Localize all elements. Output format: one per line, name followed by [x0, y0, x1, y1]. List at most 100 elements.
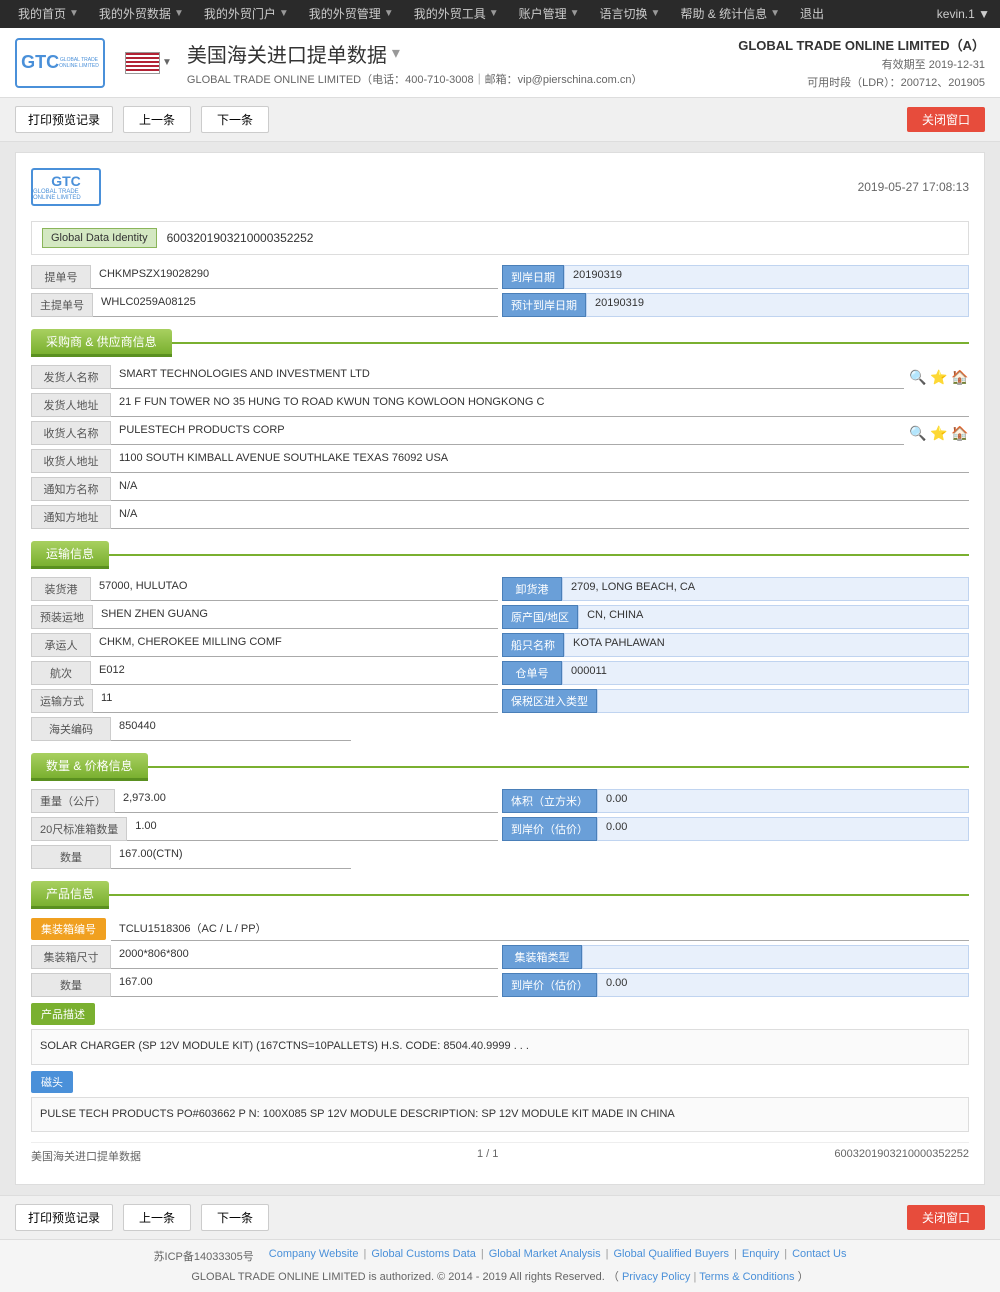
doc-footer: 美国海关进口提单数据 1 / 1 6003201903210000352252: [31, 1142, 969, 1169]
nav-portal[interactable]: 我的外贸门户 ▼: [196, 0, 297, 28]
nav-mgmt[interactable]: 我的外贸管理 ▼: [301, 0, 402, 28]
bill-date-row: 提单号 CHKMPSZX19028290 到岸日期 20190319: [31, 265, 969, 289]
validity-date: 有效期至 2019-12-31: [738, 56, 985, 72]
logo-sub: GLOBAL TRADEONLINE LIMITED: [59, 57, 99, 69]
consignee-name-label: 收货人名称: [31, 421, 111, 445]
nav-user[interactable]: kevin.1 ▼: [937, 7, 990, 21]
est-arrival-value: 20190319: [586, 293, 969, 317]
consignee-addr-label: 收货人地址: [31, 449, 111, 473]
nav-tools-label: 我的外贸工具: [414, 0, 486, 28]
footer-privacy[interactable]: Privacy Policy: [622, 1271, 690, 1283]
origin-col: 原产国/地区 CN, CHINA: [502, 605, 969, 629]
next-button[interactable]: 下一条: [201, 106, 269, 133]
quantity-section-border: [148, 766, 969, 768]
consignee-name-row: 收货人名称 PULESTECH PRODUCTS CORP 🔍 ⭐ 🏠: [31, 421, 969, 445]
print-button-bottom[interactable]: 打印预览记录: [15, 1204, 113, 1231]
bill-number-col: 提单号 CHKMPSZX19028290: [31, 265, 498, 289]
footer-terms[interactable]: Terms & Conditions: [699, 1271, 794, 1283]
shipper-home-icon[interactable]: 🏠: [951, 368, 969, 386]
consignee-search-icon[interactable]: 🔍: [909, 424, 927, 442]
container-num-col: 仓单号 000011: [502, 661, 969, 685]
footer-link-customs[interactable]: Global Customs Data: [371, 1248, 476, 1264]
master-bill-value: WHLC0259A08125: [93, 293, 498, 317]
product-price-col: 到岸价（估价） 0.00: [502, 973, 969, 997]
footer-link-market[interactable]: Global Market Analysis: [489, 1248, 601, 1264]
doc-logo-text: GTC: [51, 173, 81, 189]
consignee-name-actions: 🔍 ⭐ 🏠: [909, 424, 969, 442]
container-type-value: [582, 945, 969, 969]
nav-data-arrow: ▼: [174, 0, 184, 28]
shipper-star-icon[interactable]: ⭐: [930, 368, 948, 386]
bonded-zone-label: 保税区进入类型: [502, 689, 597, 713]
global-data-label: Global Data Identity: [42, 228, 157, 248]
product-desc-row: 产品描述: [31, 1003, 969, 1025]
prev-button[interactable]: 上一条: [123, 106, 191, 133]
company-name: GLOBAL TRADE ONLINE LIMITED（A）: [738, 35, 985, 54]
nav-data[interactable]: 我的外贸数据 ▼: [91, 0, 192, 28]
footer-link-enquiry[interactable]: Enquiry: [742, 1248, 779, 1264]
consignee-addr-value: 1100 SOUTH KIMBALL AVENUE SOUTHLAKE TEXA…: [111, 449, 969, 473]
logo-area: GTC GLOBAL TRADEONLINE LIMITED: [15, 38, 105, 88]
top-toolbar: 打印预览记录 上一条 下一条 关闭窗口: [0, 98, 1000, 142]
est-arrival-col: 预计到岸日期 20190319: [502, 293, 969, 317]
nav-language[interactable]: 语言切换 ▼: [592, 0, 669, 28]
carrier-vessel-row: 承运人 CHKM, CHEROKEE MILLING COMF 船只名称 KOT…: [31, 633, 969, 657]
shipper-name-actions: 🔍 ⭐ 🏠: [909, 368, 969, 386]
footer-link-buyers[interactable]: Global Qualified Buyers: [613, 1248, 729, 1264]
customs-code-label: 海关编码: [31, 717, 111, 741]
footer-links: 苏ICP备14033305号 Company Website | Global …: [0, 1248, 1000, 1264]
pre-transport-value: SHEN ZHEN GUANG: [93, 605, 498, 629]
footer-sep-4: |: [734, 1248, 737, 1264]
vessel-col: 船只名称 KOTA PAHLAWAN: [502, 633, 969, 657]
next-button-bottom[interactable]: 下一条: [201, 1204, 269, 1231]
bottom-toolbar: 打印预览记录 上一条 下一条 关闭窗口: [0, 1195, 1000, 1239]
nav-home[interactable]: 我的首页 ▼: [10, 0, 87, 28]
print-button[interactable]: 打印预览记录: [15, 106, 113, 133]
nav-account[interactable]: 账户管理 ▼: [511, 0, 588, 28]
footer-bracket-open: （: [608, 1271, 619, 1283]
consignee-home-icon[interactable]: 🏠: [951, 424, 969, 442]
logo-text: GTC: [21, 52, 59, 73]
volume-label: 体积（立方米）: [502, 789, 597, 813]
notify-addr-value: N/A: [111, 505, 969, 529]
shipper-addr-label: 发货人地址: [31, 393, 111, 417]
origin-value: CN, CHINA: [578, 605, 969, 629]
vessel-value: KOTA PAHLAWAN: [564, 633, 969, 657]
notify-name-row: 通知方名称 N/A: [31, 477, 969, 501]
footer-link-company[interactable]: Company Website: [269, 1248, 359, 1264]
product-qty-col: 数量 167.00: [31, 973, 498, 997]
supplier-section-title: 采购商 & 供应商信息: [31, 329, 172, 357]
footer-link-contact[interactable]: Contact Us: [792, 1248, 846, 1264]
transport-mode-label: 运输方式: [31, 689, 93, 713]
top-navigation: 我的首页 ▼ 我的外贸数据 ▼ 我的外贸门户 ▼ 我的外贸管理 ▼ 我的外贸工具…: [0, 0, 1000, 28]
close-button[interactable]: 关闭窗口: [907, 107, 985, 132]
product-qty-price-row: 数量 167.00 到岸价（估价） 0.00: [31, 973, 969, 997]
est-arrival-label: 预计到岸日期: [502, 293, 586, 317]
nav-home-label: 我的首页: [18, 0, 66, 28]
footer-sep-1: |: [363, 1248, 366, 1264]
container-type-label: 集装箱类型: [502, 945, 582, 969]
container-size-type-row: 集装箱尺寸 2000*806*800 集装箱类型: [31, 945, 969, 969]
consignee-addr-row: 收货人地址 1100 SOUTH KIMBALL AVENUE SOUTHLAK…: [31, 449, 969, 473]
doc-footer-page: 1 / 1: [477, 1148, 498, 1164]
notify-addr-label: 通知方地址: [31, 505, 111, 529]
notify-name-label: 通知方名称: [31, 477, 111, 501]
bill-number-value: CHKMPSZX19028290: [91, 265, 498, 289]
nav-logout[interactable]: 退出: [792, 0, 832, 28]
prev-button-bottom[interactable]: 上一条: [123, 1204, 191, 1231]
nav-account-arrow: ▼: [570, 0, 580, 28]
consignee-star-icon[interactable]: ⭐: [930, 424, 948, 442]
nav-user-label: kevin.1 ▼: [937, 7, 990, 21]
doc-logo-box: GTC GLOBAL TRADE ONLINE LIMITED: [31, 168, 101, 206]
shipper-search-icon[interactable]: 🔍: [909, 368, 927, 386]
product-section-border: [109, 894, 969, 896]
master-bill-label: 主提单号: [31, 293, 93, 317]
close-button-bottom[interactable]: 关闭窗口: [907, 1205, 985, 1230]
nav-portal-label: 我的外贸门户: [204, 0, 276, 28]
master-bill-col: 主提单号 WHLC0259A08125: [31, 293, 498, 317]
supplier-section-header: 采购商 & 供应商信息: [31, 329, 969, 357]
nav-tools[interactable]: 我的外贸工具 ▼: [406, 0, 507, 28]
pre-transport-col: 预装运地 SHEN ZHEN GUANG: [31, 605, 498, 629]
nav-account-label: 账户管理: [519, 0, 567, 28]
nav-help[interactable]: 帮助 & 统计信息 ▼: [672, 0, 788, 28]
